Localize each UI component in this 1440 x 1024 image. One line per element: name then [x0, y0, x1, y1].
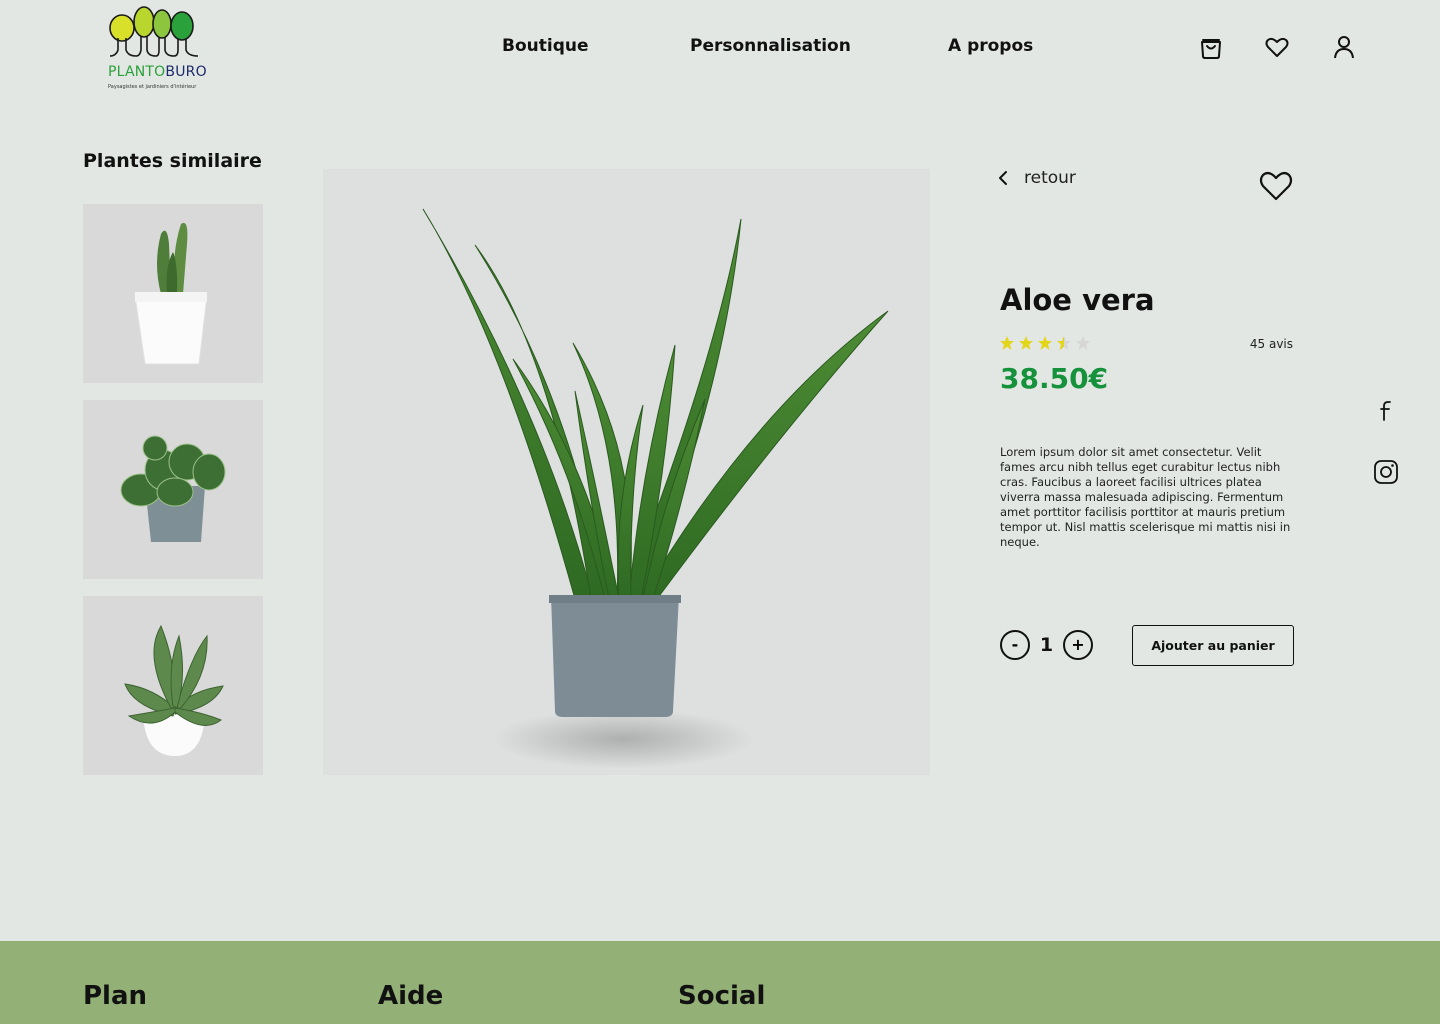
footer-heading-aide: Aide: [378, 981, 444, 1011]
cactus-image: [134, 222, 208, 365]
nav-link-a-propos[interactable]: A propos: [948, 36, 1033, 56]
facebook-icon[interactable]: [1372, 396, 1400, 424]
nav-link-personnalisation[interactable]: Personnalisation: [690, 36, 851, 56]
back-link[interactable]: retour: [996, 168, 1076, 188]
nav-link-boutique[interactable]: Boutique: [502, 36, 589, 56]
brand-tagline: Paysagistes et jardiniers d'intérieur: [108, 84, 197, 90]
star-full-icon: [1019, 336, 1033, 350]
footer: Plan Aide Social: [0, 941, 1440, 1024]
similar-plant-thumbnail[interactable]: [83, 596, 263, 775]
decrease-quantity-button[interactable]: -: [1000, 630, 1030, 660]
succulent-image: [124, 624, 224, 756]
peperomia-image: [120, 435, 226, 542]
brand-logo[interactable]: PLANTOBURO Paysagistes et jardiniers d'i…: [106, 4, 207, 96]
star-half-icon: [1057, 336, 1071, 350]
product-title: Aloe vera: [1000, 283, 1155, 317]
chevron-left-icon: [999, 171, 1007, 185]
instagram-icon[interactable]: [1372, 458, 1400, 486]
increase-quantity-button[interactable]: +: [1063, 630, 1093, 660]
star-full-icon: [1038, 336, 1052, 350]
product-description: Lorem ipsum dolor sit amet consectetur. …: [1000, 445, 1291, 549]
favorite-heart-icon[interactable]: [1258, 170, 1294, 202]
footer-heading-social: Social: [678, 981, 766, 1011]
heart-icon[interactable]: [1264, 34, 1290, 60]
similar-plant-thumbnail[interactable]: [83, 204, 263, 383]
user-icon[interactable]: [1331, 34, 1357, 60]
add-to-cart-button[interactable]: Ajouter au panier: [1132, 625, 1294, 666]
footer-heading-plan: Plan: [83, 981, 148, 1011]
logo-trees-icon: [109, 6, 199, 57]
back-label: retour: [1024, 168, 1076, 188]
product-price: 38.50€: [1000, 362, 1109, 395]
product-main-image: [323, 169, 930, 775]
similar-plants-title: Plantes similaire: [83, 150, 262, 172]
quantity-value: 1: [1039, 634, 1054, 656]
shopping-bag-icon[interactable]: [1198, 34, 1224, 60]
similar-plant-thumbnail[interactable]: [83, 400, 263, 579]
star-empty-icon: [1076, 336, 1090, 350]
star-rating: [999, 335, 1091, 351]
quantity-stepper: - 1 +: [1000, 630, 1093, 660]
brand-name: PLANTOBURO: [108, 64, 207, 80]
review-count[interactable]: 45 avis: [1230, 337, 1293, 351]
aloe-vera-image: [422, 208, 889, 769]
star-full-icon: [1000, 336, 1014, 350]
